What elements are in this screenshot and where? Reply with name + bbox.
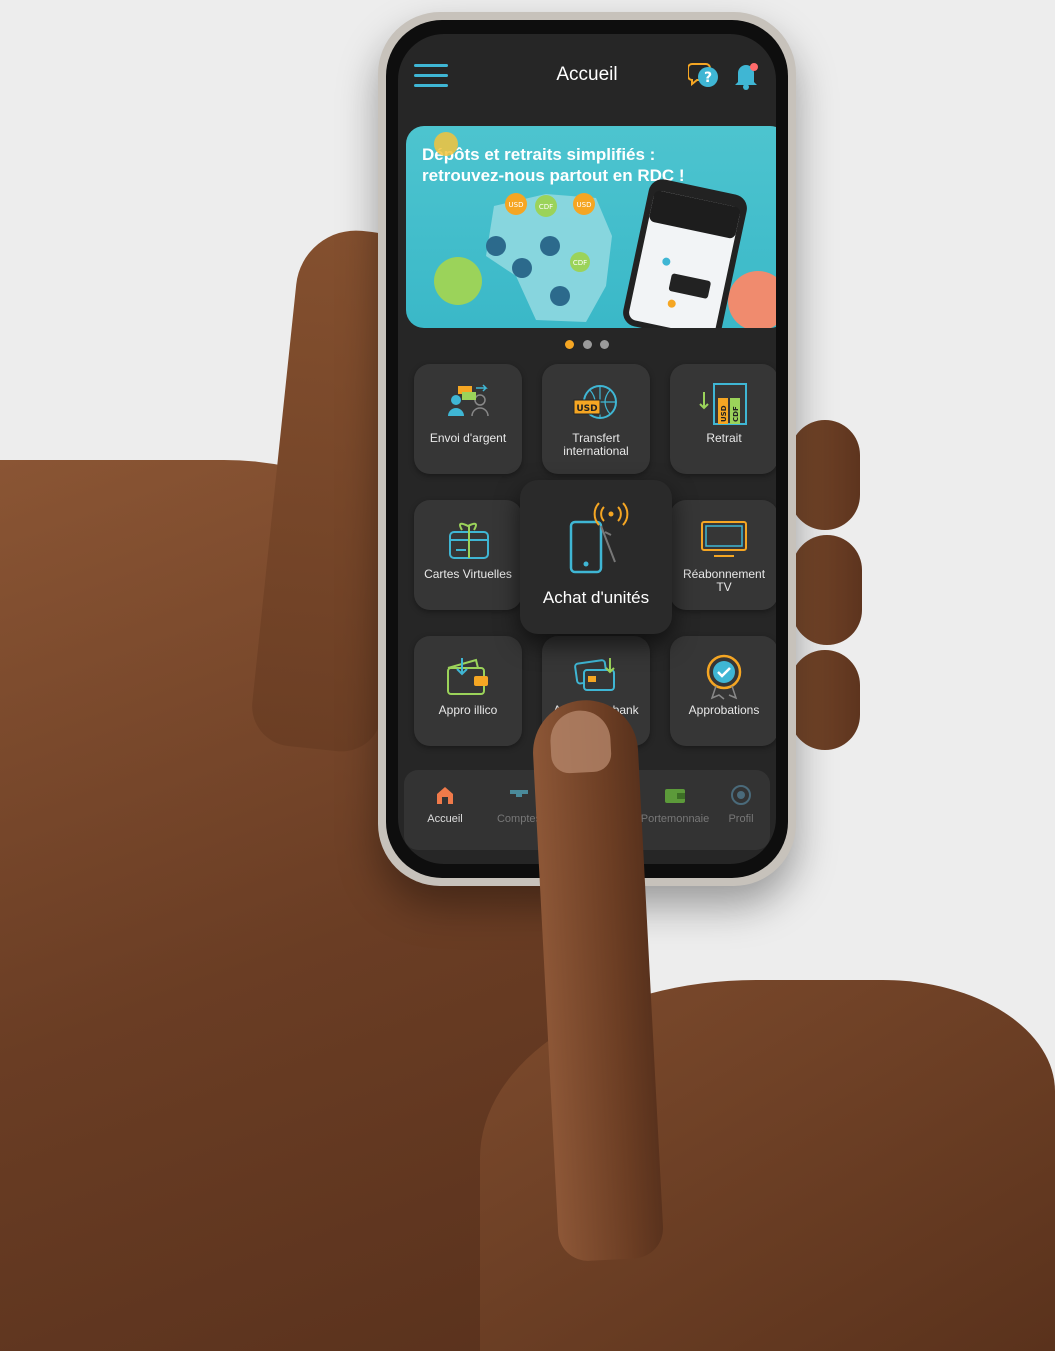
promo-banner[interactable]: Dépôts et retraits simplifiés : retrouve…	[406, 126, 776, 328]
currency-badge: USD	[720, 405, 728, 422]
tab-label: Profil	[728, 813, 754, 825]
top-bar: Accueil ?	[398, 34, 776, 114]
pin-label: CDF	[573, 259, 587, 267]
approval-badge-icon	[706, 654, 742, 700]
pin-label: USD	[577, 201, 592, 209]
pin-label: CDF	[539, 203, 553, 211]
rdc-map-illustration: USD CDF USD CDF	[434, 132, 776, 328]
service-label: Approbations	[688, 703, 760, 717]
international-transfer-icon: USD	[573, 385, 617, 419]
carousel-dot[interactable]	[599, 340, 609, 349]
holding-hand-finger	[792, 535, 862, 645]
holding-hand-finger	[790, 650, 860, 750]
service-tile-withdrawal[interactable]: USD CDF Retrait	[670, 364, 776, 474]
pin-label: USD	[509, 201, 524, 209]
service-tile-appro-illico[interactable]: Appro illico	[414, 636, 522, 746]
service-label: Retrait	[706, 431, 742, 445]
send-money-icon	[448, 384, 489, 417]
map-pin-usd: USD	[573, 193, 595, 215]
currency-badge: USD	[576, 404, 597, 414]
service-label: Réabonnement TV	[682, 567, 766, 594]
fingernail	[548, 709, 613, 775]
home-icon	[437, 787, 453, 804]
carousel-dot-active[interactable]	[565, 340, 575, 349]
map-pin-cdf: CDF	[570, 252, 590, 272]
withdrawal-icon: USD CDF	[699, 383, 747, 425]
map-pin-cdf: CDF	[535, 195, 557, 217]
currency-badge: CDF	[732, 406, 740, 422]
service-label: Achat d'unités	[542, 588, 650, 607]
holding-hand-finger	[790, 420, 860, 530]
service-tile-approvals[interactable]: Approbations	[670, 636, 776, 746]
tab-label: Accueil	[427, 813, 463, 825]
wallet-topup-icon	[447, 658, 488, 695]
service-label: Cartes Virtuelles	[424, 567, 512, 581]
svg-text:?: ?	[704, 70, 712, 86]
service-tile-virtual-cards[interactable]: Cartes Virtuelles	[414, 500, 522, 610]
service-tile-tv-subscription[interactable]: Réabonnement TV	[670, 500, 776, 610]
tv-icon	[701, 521, 747, 557]
service-tile-send-money[interactable]: Envoi d'argent	[414, 364, 522, 474]
tab-accueil[interactable]: Accueil	[410, 784, 480, 825]
bank-card-topup-icon	[574, 658, 615, 691]
service-label: Appro illico	[438, 703, 498, 717]
carousel-dot[interactable]	[582, 340, 592, 349]
map-pin-usd: USD	[505, 193, 527, 215]
virtual-card-icon	[449, 522, 489, 559]
service-tile-airtime-purchase[interactable]: Achat d'unités	[520, 480, 672, 634]
profile-icon	[731, 785, 751, 805]
service-tile-international-transfer[interactable]: USD Transfert international	[542, 364, 650, 474]
service-label: Envoi d'argent	[429, 431, 507, 445]
wallet-icon	[665, 789, 685, 803]
carousel-indicator[interactable]	[398, 336, 776, 354]
service-label: Transfert international	[563, 431, 629, 458]
accounts-icon	[510, 790, 528, 797]
bell-icon[interactable]	[732, 60, 760, 90]
help-chat-icon[interactable]: ?	[688, 60, 720, 90]
tab-profil[interactable]: Profil	[706, 784, 776, 825]
airtime-phone-icon	[569, 502, 629, 574]
